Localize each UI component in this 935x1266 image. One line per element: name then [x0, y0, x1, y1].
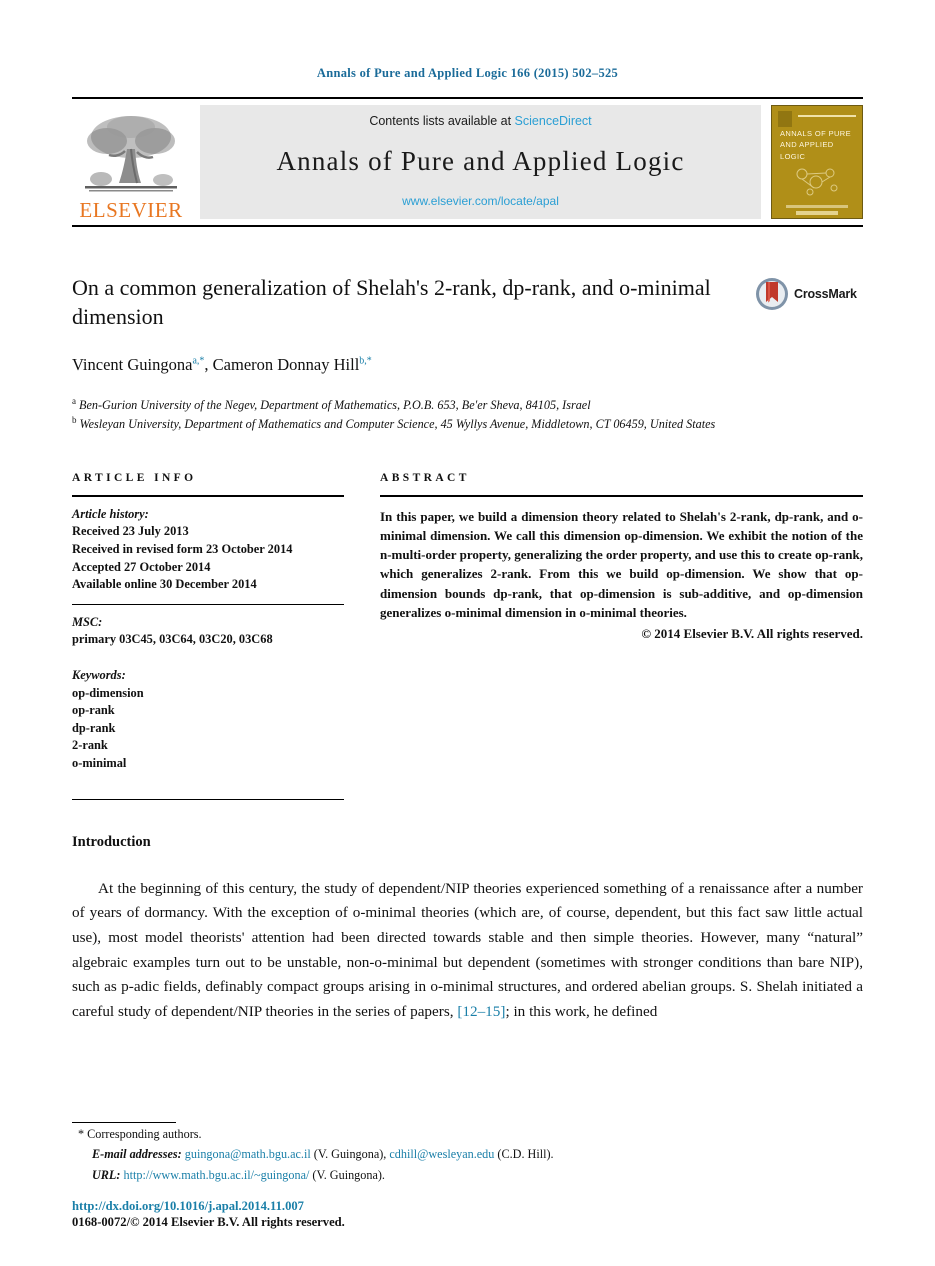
affiliation-mark-b: b — [72, 415, 77, 426]
affiliation-item: a Ben-Gurion University of the Negev, De… — [72, 395, 863, 414]
introduction-paragraph: At the beginning of this century, the st… — [72, 877, 863, 1025]
article-page: Annals of Pure and Applied Logic 166 (20… — [0, 0, 935, 1266]
affiliation-mark-a: a — [72, 396, 76, 407]
author-corresponding-mark-2: ,* — [364, 355, 372, 367]
keywords-bottom-rule — [72, 798, 344, 800]
page-title: On a common generalization of Shelah's 2… — [72, 275, 711, 330]
abstract-column: ABSTRACT In this paper, we build a dimen… — [344, 472, 863, 642]
cover-title: ANNALS OF PURE AND APPLIED LOGIC — [780, 129, 852, 161]
author-name-1: Vincent Guingona — [72, 355, 193, 375]
info-abstract-row: ARTICLE INFO Article history: Received 2… — [72, 472, 863, 800]
keyword-item: op-rank — [72, 703, 115, 718]
url-owner: (V. Guingona). — [312, 1167, 385, 1182]
footnote-corresponding-text: Corresponding authors. — [87, 1127, 202, 1142]
keyword-item: op-dimension — [72, 685, 144, 700]
affiliation-text-b: Wesleyan University, Department of Mathe… — [79, 417, 716, 432]
author-list: Vincent Guingonaa,*, Cameron Donnay Hill… — [72, 355, 741, 375]
citation-link[interactable]: [12–15] — [457, 1003, 505, 1020]
cover-footer-rule — [786, 205, 848, 208]
affiliation-text-a: Ben-Gurion University of the Negev, Depa… — [79, 398, 591, 413]
footnote-asterisk: * — [78, 1127, 85, 1142]
abstract-rule — [380, 494, 863, 497]
msc-codes: primary 03C45, 03C64, 03C20, 03C68 — [72, 632, 273, 647]
running-head: Annals of Pure and Applied Logic 166 (20… — [316, 66, 619, 80]
email-owner-1: (V. Guingona), — [313, 1147, 387, 1162]
article-info-rule — [72, 494, 344, 497]
url-label: URL: — [92, 1167, 121, 1182]
keyword-item: o-minimal — [72, 756, 127, 771]
author-name-2: Cameron Donnay Hill — [212, 355, 360, 375]
cover-artwork — [796, 168, 838, 196]
sciencedirect-link[interactable]: ScienceDirect — [515, 114, 592, 128]
article-info-column: ARTICLE INFO Article history: Received 2… — [72, 472, 344, 800]
cover-elsevier-icon — [778, 111, 792, 127]
footnote-corresponding: * Corresponding authors. — [78, 1125, 863, 1143]
abstract-text: In this paper, we build a dimension theo… — [380, 508, 863, 620]
affiliations: a Ben-Gurion University of the Negev, De… — [72, 395, 863, 434]
abstract-heading: ABSTRACT — [380, 471, 470, 484]
history-item: Received 23 July 2013 — [72, 524, 189, 539]
url-link[interactable]: http://www.math.bgu.ac.il/~guingona/ — [123, 1168, 309, 1182]
introduction-text-part-1: At the beginning of this century, the st… — [72, 879, 863, 1020]
article-history: Article history: Received 23 July 2013 R… — [72, 506, 344, 594]
elsevier-logo: ELSEVIER — [72, 99, 190, 225]
keyword-item: 2-rank — [72, 738, 108, 753]
introduction-heading: Introduction — [72, 833, 151, 850]
email-label: E-mail addresses: — [92, 1147, 182, 1162]
title-and-authors: On a common generalization of Shelah's 2… — [72, 273, 755, 375]
keyword-item: dp-rank — [72, 720, 116, 735]
journal-masthead: ELSEVIER Contents lists available at Sci… — [72, 97, 863, 227]
msc-rule — [72, 603, 344, 614]
page-bottom-block: http://dx.doi.org/10.1016/j.apal.2014.11… — [72, 1199, 345, 1230]
contents-line-text: Contents lists available at — [369, 114, 515, 128]
keywords-block: Keywords: op-dimension op-rank dp-rank 2… — [72, 667, 344, 773]
abstract-copyright: © 2014 Elsevier B.V. All rights reserved… — [641, 626, 863, 642]
footnotes: * Corresponding authors. E-mail addresse… — [72, 1122, 863, 1184]
elsevier-wordmark: ELSEVIER — [79, 198, 183, 222]
author-separator: , — [204, 355, 213, 375]
history-item: Accepted 27 October 2014 — [72, 559, 211, 574]
crossmark-icon — [756, 278, 788, 310]
journal-homepage-link[interactable]: www.elsevier.com/locate/apal — [402, 194, 559, 208]
email-link-2[interactable]: cdhill@wesleyan.edu — [389, 1147, 494, 1161]
crossmark-label: CrossMark — [794, 287, 857, 301]
footnote-emails: E-mail addresses: guingona@math.bgu.ac.i… — [92, 1145, 863, 1163]
introduction-text-part-2: ; in this work, he defined — [505, 1002, 658, 1020]
title-block: On a common generalization of Shelah's 2… — [72, 273, 863, 375]
msc-label: MSC: — [72, 614, 103, 629]
footnote-rule — [72, 1122, 176, 1124]
affiliation-item: b Wesleyan University, Department of Mat… — [72, 414, 863, 433]
doi-link[interactable]: http://dx.doi.org/10.1016/j.apal.2014.11… — [72, 1199, 345, 1214]
journal-cover-thumbnail: ANNALS OF PURE AND APPLIED LOGIC — [771, 105, 863, 219]
elsevier-tree-icon — [79, 111, 183, 199]
email-owner-2: (C.D. Hill). — [497, 1147, 554, 1162]
cover-rule — [798, 115, 856, 117]
article-history-label: Article history: — [72, 506, 149, 521]
contents-line: Contents lists available at ScienceDirec… — [369, 114, 591, 128]
cover-footer-wordmark — [796, 211, 838, 215]
article-info-heading: ARTICLE INFO — [72, 471, 197, 484]
crossmark-badge[interactable]: CrossMark — [755, 273, 863, 311]
history-item: Received in revised form 23 October 2014 — [72, 542, 293, 556]
msc-block: MSC: primary 03C45, 03C64, 03C20, 03C68 — [72, 614, 344, 649]
sciencedirect-banner: Contents lists available at ScienceDirec… — [200, 105, 761, 219]
journal-title: Annals of Pure and Applied Logic — [276, 145, 685, 176]
issn-copyright-line: 0168-0072/© 2014 Elsevier B.V. All right… — [72, 1215, 345, 1229]
footnote-url: URL: http://www.math.bgu.ac.il/~guingona… — [92, 1166, 863, 1184]
email-link-1[interactable]: guingona@math.bgu.ac.il — [185, 1147, 311, 1161]
keywords-label: Keywords: — [72, 668, 126, 683]
history-item: Available online 30 December 2014 — [72, 577, 257, 592]
